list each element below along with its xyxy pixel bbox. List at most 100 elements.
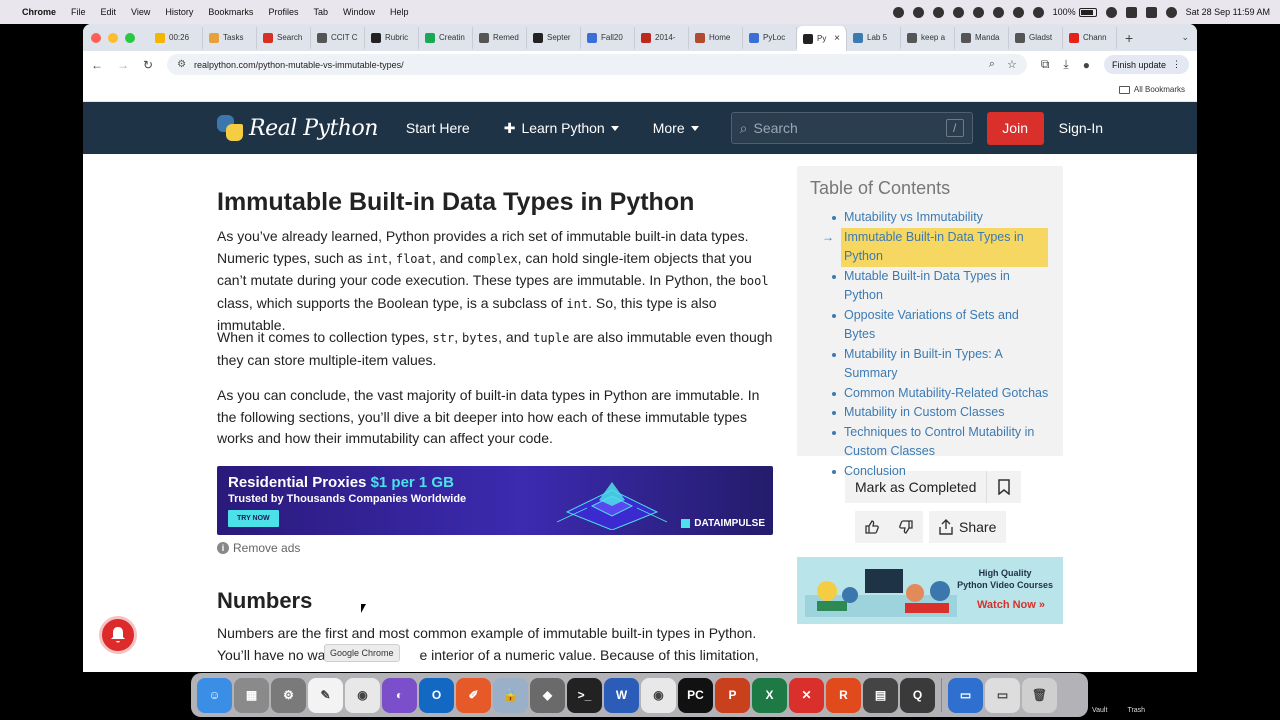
menu-history[interactable]: History [165,7,193,17]
thumbs-down-button[interactable] [889,511,923,543]
dock-trash-icon[interactable]: 🗑 [1022,677,1057,713]
dock-outlook-icon[interactable]: O [419,677,454,713]
toc-item[interactable]: Techniques to Control Mutability in Cust… [810,423,1050,462]
dock-pen-icon[interactable]: ✐ [456,677,491,713]
tab-search-icon[interactable]: ⌄ [1181,32,1189,43]
browser-tab[interactable]: Remed [473,26,527,49]
minimize-window-button[interactable] [108,32,118,43]
browser-tab[interactable]: PyLoc [743,26,797,49]
sign-in-link[interactable]: Sign-In [1059,120,1103,136]
menu-app-name[interactable]: Chrome [22,7,56,17]
menu-file[interactable]: File [71,7,86,17]
wifi-icon[interactable] [1105,6,1117,18]
browser-tab[interactable]: Search [257,26,311,49]
clock[interactable]: Sat 28 Sep 11:59 AM [1186,7,1270,17]
notification-bell-button[interactable] [99,616,137,654]
display-icon[interactable] [992,6,1004,18]
profile-avatar[interactable]: ● [1083,58,1090,72]
browser-tab[interactable]: Gladst [1009,26,1063,49]
back-icon[interactable]: ← [91,58,103,72]
dock-reader-icon[interactable]: R [826,677,861,713]
menu-profiles[interactable]: Profiles [268,7,298,17]
nav-start-here[interactable]: Start Here [406,120,470,136]
ad-try-now-button[interactable]: TRY NOW [228,510,279,527]
url-text[interactable]: realpython.com/python-mutable-vs-immutab… [194,60,404,70]
close-window-button[interactable] [91,32,101,43]
dock-github-icon[interactable]: ◐ [382,677,417,713]
dock-screen-icon[interactable]: ▭ [985,677,1020,713]
address-bar[interactable]: ⚙ realpython.com/python-mutable-vs-immut… [167,54,1027,75]
dock-finder-icon[interactable]: ☺ [197,677,232,713]
toc-item[interactable]: → Immutable Built-in Data Types in Python [810,227,1050,267]
ad-banner[interactable]: Residential Proxies $1 per 1 GB Trusted … [217,466,773,535]
browser-tab[interactable]: Lab 5 [847,26,901,49]
browser-tab[interactable]: Rubric [365,26,419,49]
browser-tab[interactable]: Creatin [419,26,473,49]
toc-item[interactable]: Mutable Built-in Data Types in Python [810,267,1050,306]
dock-chrome2-icon[interactable]: ◉ [641,677,676,713]
finish-update-button[interactable]: Finish update ⋮ [1103,55,1189,74]
dock-sequel-icon[interactable]: ◆ [530,677,565,713]
menu-edit[interactable]: Edit [101,7,117,17]
toc-item[interactable]: Mutability in Built-in Types: A Summary [810,345,1050,384]
menu-bookmarks[interactable]: Bookmarks [208,7,253,17]
search-icon[interactable] [1125,6,1137,18]
download-icon[interactable]: ⤓ [1063,57,1068,72]
dock-excel-icon[interactable]: X [752,677,787,713]
dock-powerpoint-icon[interactable]: P [715,677,750,713]
record-icon[interactable] [892,6,904,18]
browser-tab[interactable]: 2014- [635,26,689,49]
watch-now-link[interactable]: Watch Now » [977,599,1045,611]
toc-item[interactable]: Mutability vs Immutability [810,208,1050,228]
toc-item[interactable]: Conclusion [810,462,1050,482]
siri-icon[interactable] [1165,6,1177,18]
dock-pycharm-icon[interactable]: PC [678,677,713,713]
browser-tab[interactable]: Septer [527,26,581,49]
zoom-icon[interactable]: ⌕ [989,58,995,71]
battery-indicator[interactable]: 100% [1053,7,1097,17]
zoom-window-button[interactable] [125,32,135,43]
dock-calculator-icon[interactable]: ▤ [863,677,898,713]
share-button[interactable]: Share [929,511,1007,543]
dock-launchpad-icon[interactable]: ▦ [234,677,269,713]
dock-terminal-icon[interactable]: >_ [567,677,602,713]
sound-icon[interactable] [1012,6,1024,18]
dock-quicktime-icon[interactable]: Q [900,677,935,713]
cloud-icon[interactable] [932,6,944,18]
bookmark-star-icon[interactable]: ☆ [1007,58,1017,71]
dock-settings-icon[interactable]: ⚙ [271,677,306,713]
vpn-icon[interactable] [952,6,964,18]
control-center-icon[interactable] [1145,6,1157,18]
menu-window[interactable]: Window [343,7,375,17]
toc-item[interactable]: Common Mutability-Related Gotchas [810,384,1050,404]
browser-tab[interactable]: 00:26 [149,26,203,49]
browser-tab[interactable]: keep a [901,26,955,49]
site-info-icon[interactable]: ⚙ [177,59,186,70]
dock-textedit-icon[interactable]: ✎ [308,677,343,713]
weather-icon[interactable] [972,6,984,18]
toc-item[interactable]: Opposite Variations of Sets and Bytes [810,306,1050,345]
browser-tab[interactable]: Py × [797,26,847,51]
browser-tab[interactable]: Home [689,26,743,49]
dock-remote-icon[interactable]: ✕ [789,677,824,713]
extensions-icon[interactable]: ⧉ [1041,57,1050,72]
dock-word-icon[interactable]: W [604,677,639,713]
user-icon[interactable] [1032,6,1044,18]
thumbs-up-button[interactable] [855,511,889,543]
close-tab-icon[interactable]: × [834,33,840,44]
dock-folder-icon[interactable]: ▭ [948,677,983,713]
real-python-logo[interactable]: Real Python [217,115,378,141]
site-search-input[interactable] [753,120,940,136]
remove-ads-link[interactable]: i Remove ads [217,541,300,555]
menu-tab[interactable]: Tab [313,7,328,17]
browser-tab[interactable]: Chann [1063,26,1117,49]
all-bookmarks-link[interactable]: All Bookmarks [1134,85,1185,94]
dock-chrome-icon[interactable]: ◉ [345,677,380,713]
menu-help[interactable]: Help [390,7,409,17]
reload-icon[interactable]: ↻ [143,58,153,72]
browser-tab[interactable]: Fall20 [581,26,635,49]
browser-tab[interactable]: CCIT C [311,26,365,49]
toc-item[interactable]: Mutability in Custom Classes [810,403,1050,423]
dock-lock-icon[interactable]: 🔒 [493,677,528,713]
video-courses-promo[interactable]: High Quality Python Video Courses Watch N… [797,557,1063,624]
